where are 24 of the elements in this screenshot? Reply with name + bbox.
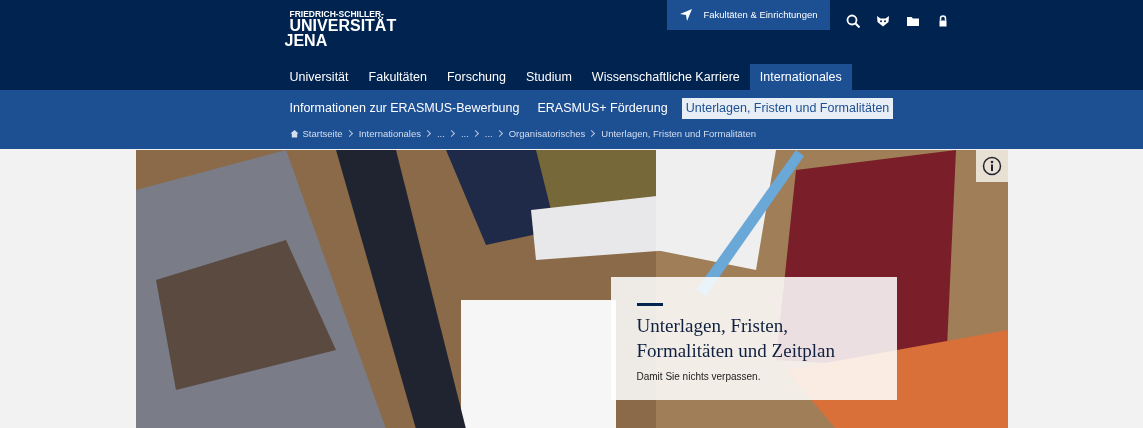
nav-tab[interactable]: Internationales xyxy=(749,64,852,90)
nav-tab[interactable]: Universität xyxy=(289,64,359,90)
breadcrumb-link[interactable]: ... xyxy=(436,126,445,141)
nav-tab[interactable]: Forschung xyxy=(436,64,516,90)
breadcrumb-link[interactable]: Unterlagen, Fristen und Formalitäten xyxy=(601,126,756,141)
info-button[interactable] xyxy=(975,150,1008,182)
breadcrumb-link[interactable]: ... xyxy=(484,126,493,141)
cat-icon[interactable] xyxy=(875,13,890,28)
subnav-link[interactable]: Informationen zur ERASMUS-Bewerbung xyxy=(289,98,524,119)
nav-tab[interactable]: Studium xyxy=(516,64,582,90)
nav-tab[interactable]: Fakultäten xyxy=(358,64,437,90)
nav-tab[interactable]: Wissenschaftliche Karriere xyxy=(581,64,750,90)
breadcrumb-link[interactable]: ... xyxy=(460,126,469,141)
search-icon[interactable] xyxy=(845,13,860,28)
faculties-link[interactable]: Fakultäten & Einrichtungen xyxy=(667,0,830,30)
breadcrumb-link[interactable]: Startseite xyxy=(302,126,343,141)
subnav-link[interactable]: ERASMUS+ Förderung xyxy=(533,98,672,119)
caption-subtitle: Damit Sie nichts verpassen. xyxy=(636,370,762,385)
breadcrumb-link[interactable]: Organisatorisches xyxy=(508,126,586,141)
home-icon[interactable] xyxy=(289,129,299,139)
subnav-link[interactable]: Unterlagen, Fristen und Formalitäten xyxy=(681,98,894,119)
navigation-icon xyxy=(679,8,694,22)
breadcrumb-link[interactable]: Internationales xyxy=(358,126,421,141)
caption-title: Unterlagen, Fristen, Formalitäten und Zeitplan xyxy=(636,314,836,363)
